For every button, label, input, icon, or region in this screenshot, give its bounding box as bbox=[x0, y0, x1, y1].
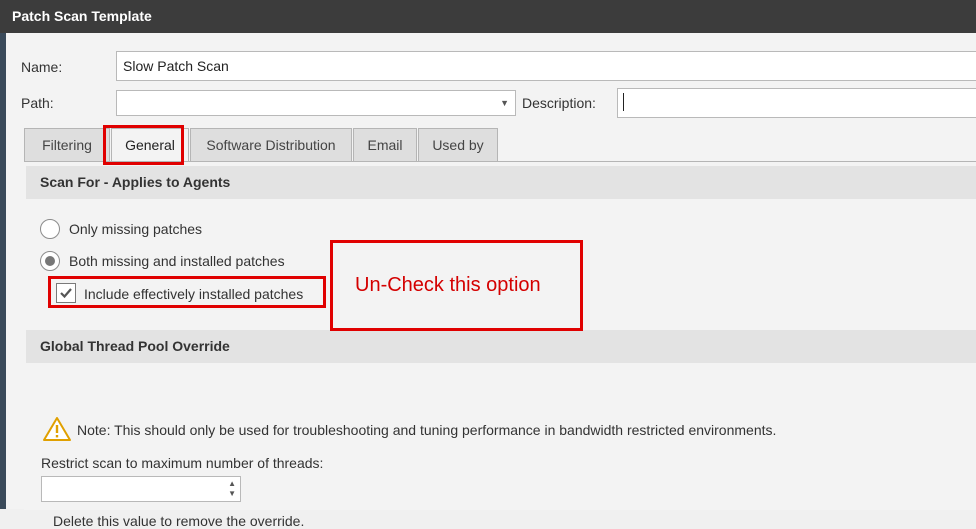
thread-pool-header: Global Thread Pool Override bbox=[26, 330, 976, 363]
window-title-bar: Patch Scan Template bbox=[0, 0, 976, 33]
chevron-down-icon[interactable]: ▼ bbox=[500, 91, 509, 115]
description-input[interactable] bbox=[617, 88, 976, 118]
thread-pool-note: Note: This should only be used for troub… bbox=[77, 422, 777, 438]
highlight-include-checkbox bbox=[48, 276, 326, 308]
name-input[interactable] bbox=[116, 51, 976, 81]
tab-filtering[interactable]: Filtering bbox=[24, 128, 110, 161]
tab-used-by[interactable]: Used by bbox=[418, 128, 498, 161]
radio-both-missing-installed[interactable] bbox=[40, 251, 60, 271]
spin-up-icon[interactable]: ▲ bbox=[228, 479, 236, 489]
path-combobox[interactable]: ▼ bbox=[116, 90, 516, 116]
highlight-general-tab bbox=[103, 125, 184, 165]
scan-for-header: Scan For - Applies to Agents bbox=[26, 166, 976, 199]
restrict-threads-label: Restrict scan to maximum number of threa… bbox=[41, 455, 324, 471]
annotation-text: Un-Check this option bbox=[355, 274, 541, 296]
general-tab-panel: Scan For - Applies to Agents Only missin… bbox=[24, 161, 976, 529]
path-label: Path: bbox=[21, 95, 54, 111]
radio-both-label[interactable]: Both missing and installed patches bbox=[69, 253, 285, 269]
name-label: Name: bbox=[21, 59, 63, 75]
override-hint: Delete this value to remove the override… bbox=[53, 513, 305, 529]
tab-software-distribution[interactable]: Software Distribution bbox=[190, 128, 352, 161]
max-threads-spinner[interactable]: ▲ ▼ bbox=[41, 476, 241, 502]
spin-down-icon[interactable]: ▼ bbox=[228, 489, 236, 499]
warning-icon bbox=[43, 417, 71, 441]
description-label: Description: bbox=[522, 95, 596, 111]
radio-only-missing[interactable] bbox=[40, 219, 60, 239]
tab-email[interactable]: Email bbox=[353, 128, 417, 161]
window-title: Patch Scan Template bbox=[12, 8, 152, 24]
text-caret bbox=[623, 93, 624, 111]
radio-only-missing-label[interactable]: Only missing patches bbox=[69, 221, 202, 237]
